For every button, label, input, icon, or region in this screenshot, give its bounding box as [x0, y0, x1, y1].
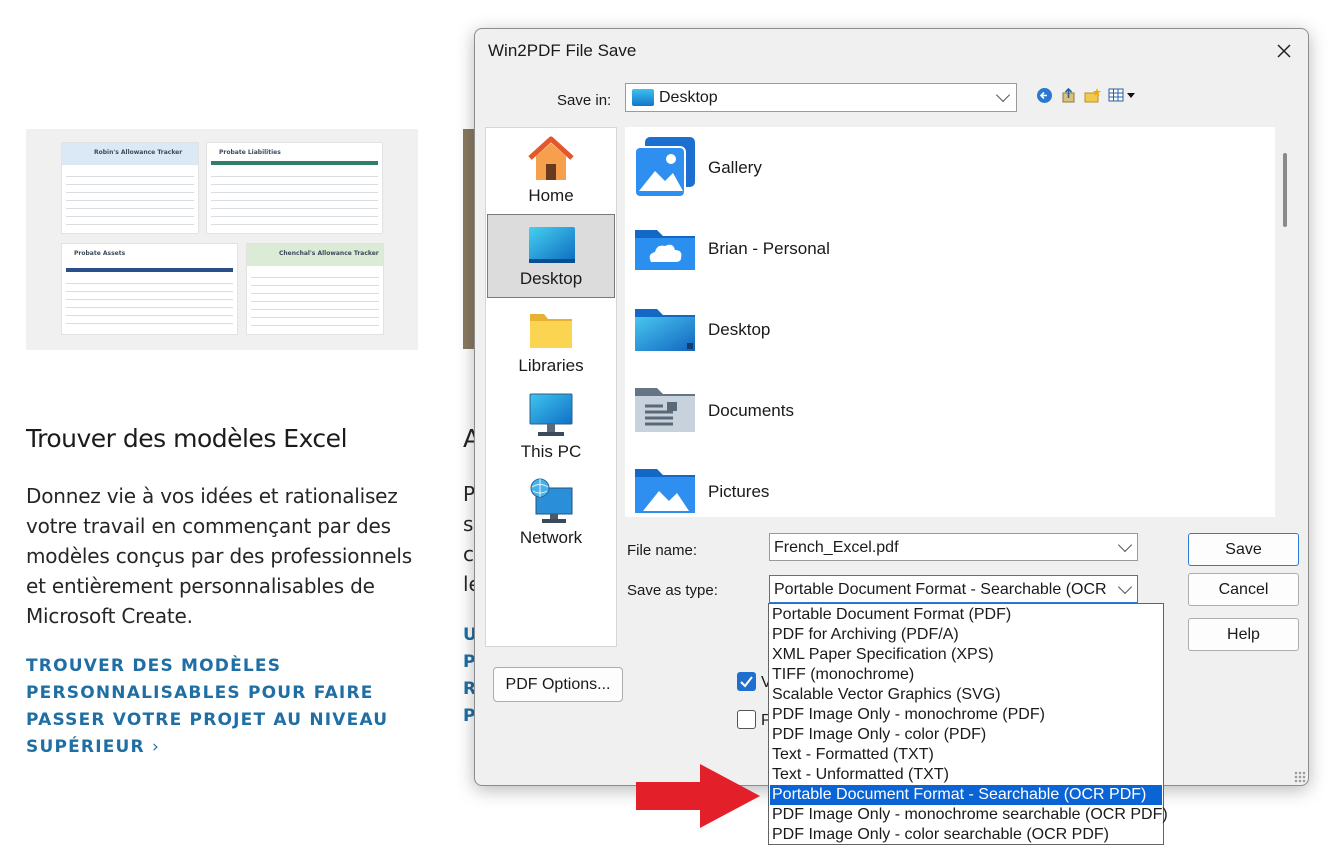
- checkmark-icon: [740, 676, 753, 688]
- thumbnail-title: Robin's Allowance Tracker: [94, 149, 183, 156]
- place-label: Network: [519, 528, 583, 547]
- templates-link[interactable]: TROUVER DES MODÈLES PERSONNALISABLES POU…: [26, 653, 406, 761]
- place-label: Home: [528, 186, 574, 205]
- places-bar: Home Desktop Libraries This PC Network: [485, 127, 617, 647]
- file-name-field[interactable]: French_Excel.pdf: [769, 533, 1138, 561]
- templates-link-text: TROUVER DES MODÈLES PERSONNALISABLES POU…: [26, 656, 389, 757]
- view-menu-button[interactable]: [1107, 86, 1139, 104]
- dropdown-option[interactable]: XML Paper Specification (XPS): [770, 645, 1162, 665]
- list-item[interactable]: Pictures: [633, 457, 1233, 529]
- place-libraries[interactable]: Libraries: [486, 300, 616, 384]
- documents-folder-icon: [635, 388, 695, 432]
- folder-toolbar: [1035, 85, 1139, 105]
- save-in-combobox[interactable]: Desktop: [625, 83, 1017, 112]
- desktop-folder-icon: [632, 89, 654, 106]
- file-name: Documents: [708, 401, 794, 420]
- file-list[interactable]: Gallery Brian - Personal Desktop Documen…: [625, 127, 1275, 517]
- dropdown-option[interactable]: Text - Unformatted (TXT): [770, 765, 1162, 785]
- file-list-scrollbar[interactable]: [1283, 153, 1287, 227]
- dialog-titlebar[interactable]: Win2PDF File Save: [475, 29, 1308, 73]
- pdf-options-button[interactable]: PDF Options...: [493, 667, 623, 702]
- place-network[interactable]: Network: [486, 472, 616, 556]
- desktop-folder-icon: [635, 309, 695, 351]
- list-item[interactable]: Gallery: [633, 133, 1233, 205]
- close-button[interactable]: [1270, 37, 1298, 65]
- list-item[interactable]: Documents: [633, 376, 1233, 448]
- network-icon: [530, 478, 573, 523]
- save-as-type-label: Save as type:: [627, 582, 718, 599]
- cancel-button[interactable]: Cancel: [1188, 573, 1299, 606]
- chevron-down-icon: [995, 87, 1011, 103]
- dropdown-option-selected[interactable]: Portable Document Format - Searchable (O…: [770, 785, 1162, 805]
- save-as-type-value: Portable Document Format - Searchable (O…: [774, 581, 1108, 598]
- place-label: Desktop: [519, 269, 583, 288]
- help-button[interactable]: Help: [1188, 618, 1299, 651]
- file-name: Pictures: [708, 482, 770, 501]
- desktop-icon: [529, 227, 575, 263]
- thumbnail-title: Chenchal's Allowance Tracker: [279, 250, 379, 257]
- file-name-value: French_Excel.pdf: [774, 539, 899, 556]
- dropdown-option[interactable]: Portable Document Format (PDF): [770, 605, 1162, 625]
- dropdown-option[interactable]: Scalable Vector Graphics (SVG): [770, 685, 1162, 705]
- file-name: Gallery: [708, 158, 762, 177]
- back-button[interactable]: [1035, 86, 1053, 104]
- onedrive-folder-icon: [635, 230, 695, 270]
- pictures-folder-icon: [635, 469, 695, 513]
- view-grid-icon: [1108, 88, 1135, 101]
- libraries-icon: [530, 314, 572, 348]
- save-as-type-dropdown-list[interactable]: Portable Document Format (PDF) PDF for A…: [768, 603, 1168, 845]
- chevron-right-icon: ›: [151, 737, 160, 757]
- dropdown-option[interactable]: PDF Image Only - color searchable (OCR P…: [770, 825, 1162, 845]
- second-option-checkbox[interactable]: [737, 710, 756, 729]
- home-icon: [528, 136, 574, 180]
- file-name-label: File name:: [627, 542, 698, 559]
- file-name: Brian - Personal: [708, 239, 830, 258]
- gallery-icon: [634, 137, 695, 197]
- dropdown-option[interactable]: PDF Image Only - monochrome (PDF): [770, 705, 1162, 725]
- thumbnail-title: Probate Liabilities: [219, 149, 281, 156]
- view-pdf-checkbox[interactable]: [737, 672, 756, 691]
- save-in-label: Save in:: [557, 92, 612, 109]
- save-button[interactable]: Save: [1188, 533, 1299, 566]
- list-item[interactable]: Desktop: [633, 295, 1233, 367]
- place-desktop[interactable]: Desktop: [487, 214, 615, 298]
- chevron-down-icon: [1117, 579, 1133, 595]
- list-item[interactable]: Brian - Personal: [633, 214, 1233, 286]
- section-body: Donnez vie à vos idées et rationalisez v…: [26, 484, 412, 628]
- save-in-value: Desktop: [659, 89, 718, 106]
- place-label: This PC: [520, 442, 582, 461]
- up-folder-button[interactable]: [1059, 86, 1077, 104]
- close-icon: [1277, 44, 1291, 58]
- save-as-type-combobox[interactable]: Portable Document Format - Searchable (O…: [769, 575, 1138, 603]
- dropdown-option[interactable]: PDF Image Only - monochrome searchable (…: [770, 805, 1168, 825]
- partial-body-line: c: [463, 542, 474, 566]
- new-folder-icon: [1084, 87, 1101, 102]
- file-name: Desktop: [708, 320, 771, 339]
- template-thumbnail[interactable]: Robin's Allowance Tracker Probate Liabil…: [26, 129, 418, 350]
- thumbnail-sheet: Probate Liabilities: [206, 142, 383, 234]
- place-home[interactable]: Home: [486, 130, 616, 214]
- red-arrow-annotation-icon: [636, 764, 760, 828]
- dialog-title: Win2PDF File Save: [488, 41, 637, 60]
- dropdown-option[interactable]: Text - Formatted (TXT): [770, 745, 1162, 765]
- dropdown-option[interactable]: PDF Image Only - color (PDF): [770, 725, 1162, 745]
- chevron-down-icon: [1117, 537, 1133, 553]
- dropdown-option[interactable]: TIFF (monochrome): [770, 665, 1162, 685]
- dropdown-option[interactable]: PDF for Archiving (PDF/A): [770, 625, 1162, 645]
- thumbnail-sheet: Chenchal's Allowance Tracker: [246, 243, 384, 335]
- back-arrow-icon: [1036, 87, 1052, 103]
- section-heading: Trouver des modèles Excel: [26, 424, 348, 453]
- up-folder-icon: [1062, 87, 1074, 102]
- partial-body-line: s: [463, 512, 474, 536]
- place-label: Libraries: [518, 356, 584, 375]
- thumbnail-sheet: Robin's Allowance Tracker: [61, 142, 199, 234]
- place-this-pc[interactable]: This PC: [486, 386, 616, 470]
- new-folder-button[interactable]: [1083, 86, 1101, 104]
- thumbnail-sheet: Probate Assets: [61, 243, 238, 335]
- resize-grip[interactable]: [1294, 771, 1306, 783]
- thumbnail-title: Probate Assets: [74, 250, 126, 257]
- this-pc-icon: [529, 393, 573, 436]
